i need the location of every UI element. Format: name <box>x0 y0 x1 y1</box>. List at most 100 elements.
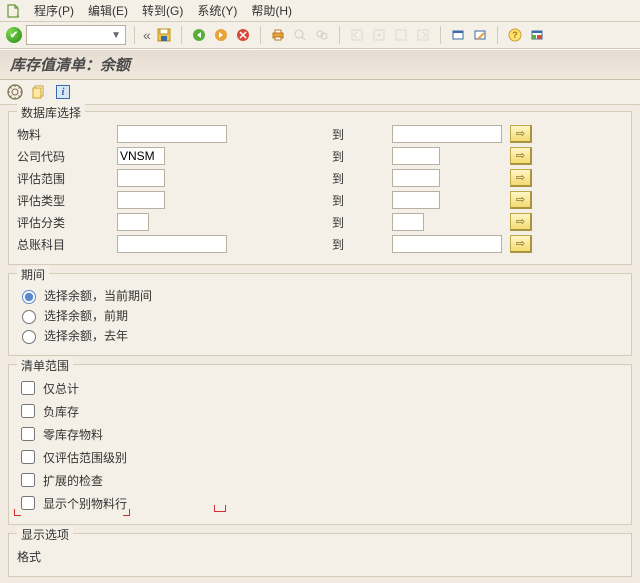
page-title: 库存值清单：余额 <box>0 49 640 80</box>
valarea-multi-button[interactable]: ⇨ <box>510 169 532 187</box>
menu-goto[interactable]: 转到(G) <box>142 2 183 19</box>
svg-text:?: ? <box>512 30 518 40</box>
print-icon[interactable] <box>269 26 287 44</box>
find-icon[interactable] <box>291 26 309 44</box>
chk-only-total-row[interactable]: 仅总计 <box>17 378 623 398</box>
label-to: 到 <box>322 236 392 253</box>
first-page-icon[interactable] <box>348 26 366 44</box>
chk-only-total[interactable] <box>21 381 35 395</box>
material-to-input[interactable] <box>392 125 502 143</box>
gl-multi-button[interactable]: ⇨ <box>510 235 532 253</box>
menu-edit[interactable]: 编辑(E) <box>88 2 128 19</box>
group-scope: 清单范围 仅总计 负库存 零库存物料 仅评估范围级别 扩展的检查 显示个别物料行 <box>8 364 632 525</box>
label-to: 到 <box>322 214 392 231</box>
label-to: 到 <box>322 126 392 143</box>
chk-show-rows[interactable] <box>21 496 35 510</box>
shortcut-icon[interactable] <box>471 26 489 44</box>
chk-only-level-label: 仅评估范围级别 <box>41 449 127 466</box>
separator <box>260 26 261 44</box>
chk-only-level-row[interactable]: 仅评估范围级别 <box>17 447 623 467</box>
radio-prev-row[interactable]: 选择余额，前期 <box>17 307 623 324</box>
variant-icon[interactable] <box>30 83 48 101</box>
valclass-from-input[interactable] <box>117 213 149 231</box>
valarea-to-input[interactable] <box>392 169 440 187</box>
group-display-legend: 显示选项 <box>17 526 73 543</box>
save-icon[interactable] <box>155 26 173 44</box>
label-valtype: 评估类型 <box>17 192 117 209</box>
cancel-icon[interactable] <box>234 26 252 44</box>
label-to: 到 <box>322 192 392 209</box>
chk-neg-stock-row[interactable]: 负库存 <box>17 401 623 421</box>
chk-neg-stock-label: 负库存 <box>41 403 79 420</box>
layout-icon[interactable] <box>528 26 546 44</box>
menu-program[interactable]: 程序(P) <box>34 2 74 19</box>
row-valtype: 评估类型 到 ⇨ <box>17 190 623 210</box>
app-toolbar: i <box>0 80 640 105</box>
help-icon[interactable]: ? <box>506 26 524 44</box>
label-valclass: 评估分类 <box>17 214 117 231</box>
radio-lastyear[interactable] <box>22 330 36 344</box>
material-multi-button[interactable]: ⇨ <box>510 125 532 143</box>
row-valarea: 评估范围 到 ⇨ <box>17 168 623 188</box>
chk-only-total-label: 仅总计 <box>41 380 79 397</box>
info-icon[interactable]: i <box>54 83 72 101</box>
chk-zero-mat-row[interactable]: 零库存物料 <box>17 424 623 444</box>
last-page-icon[interactable] <box>414 26 432 44</box>
company-multi-button[interactable]: ⇨ <box>510 147 532 165</box>
row-material: 物料 到 ⇨ <box>17 124 623 144</box>
exit-icon[interactable] <box>212 26 230 44</box>
sap-doc-icon <box>6 4 20 18</box>
radio-current[interactable] <box>22 290 36 304</box>
chevron-down-icon: ▼ <box>107 30 125 41</box>
back-chevrons[interactable]: « <box>143 27 151 43</box>
separator <box>181 26 182 44</box>
label-material: 物料 <box>17 126 117 143</box>
label-to: 到 <box>322 170 392 187</box>
find-next-icon[interactable] <box>313 26 331 44</box>
separator <box>440 26 441 44</box>
chk-show-rows-label: 显示个别物料行 <box>41 495 127 512</box>
row-gl: 总账科目 到 ⇨ <box>17 234 623 254</box>
gl-to-input[interactable] <box>392 235 502 253</box>
chk-only-level[interactable] <box>21 450 35 464</box>
back-icon[interactable] <box>190 26 208 44</box>
execute-icon[interactable] <box>6 83 24 101</box>
row-company: 公司代码 到 ⇨ <box>17 146 623 166</box>
menu-system[interactable]: 系统(Y) <box>197 2 237 19</box>
valclass-multi-button[interactable]: ⇨ <box>510 213 532 231</box>
company-to-input[interactable] <box>392 147 440 165</box>
material-from-input[interactable] <box>117 125 227 143</box>
chk-zero-mat[interactable] <box>21 427 35 441</box>
group-display: 显示选项 格式 <box>8 533 632 577</box>
next-page-icon[interactable] <box>392 26 410 44</box>
chk-neg-stock[interactable] <box>21 404 35 418</box>
chk-show-rows-row[interactable]: 显示个别物料行 <box>17 493 623 513</box>
label-to: 到 <box>322 148 392 165</box>
valarea-from-input[interactable] <box>117 169 165 187</box>
label-valarea: 评估范围 <box>17 170 117 187</box>
radio-lastyear-label: 选择余额，去年 <box>42 327 128 344</box>
group-db-select: 数据库选择 物料 到 ⇨ 公司代码 到 ⇨ 评估范围 到 ⇨ <box>8 111 632 265</box>
chk-ext-check[interactable] <box>21 473 35 487</box>
enter-icon[interactable]: ✔ <box>6 27 22 43</box>
radio-prev-label: 选择余额，前期 <box>42 307 128 324</box>
group-period: 期间 选择余额，当前期间 选择余额，前期 选择余额，去年 <box>8 273 632 356</box>
radio-current-row[interactable]: 选择余额，当前期间 <box>17 287 623 304</box>
new-session-icon[interactable] <box>449 26 467 44</box>
valclass-to-input[interactable] <box>392 213 424 231</box>
company-from-input[interactable] <box>117 147 165 165</box>
menu-help[interactable]: 帮助(H) <box>251 2 292 19</box>
chk-ext-check-label: 扩展的检查 <box>41 472 103 489</box>
group-db-select-legend: 数据库选择 <box>17 104 85 121</box>
valtype-from-input[interactable] <box>117 191 165 209</box>
prev-page-icon[interactable] <box>370 26 388 44</box>
radio-prev[interactable] <box>22 310 36 324</box>
valtype-to-input[interactable] <box>392 191 440 209</box>
radio-lastyear-row[interactable]: 选择余额，去年 <box>17 327 623 344</box>
label-format: 格式 <box>17 548 117 565</box>
valtype-multi-button[interactable]: ⇨ <box>510 191 532 209</box>
gl-from-input[interactable] <box>117 235 227 253</box>
command-field[interactable]: ▼ <box>26 25 126 45</box>
chk-ext-check-row[interactable]: 扩展的检查 <box>17 470 623 490</box>
group-scope-legend: 清单范围 <box>17 357 73 374</box>
